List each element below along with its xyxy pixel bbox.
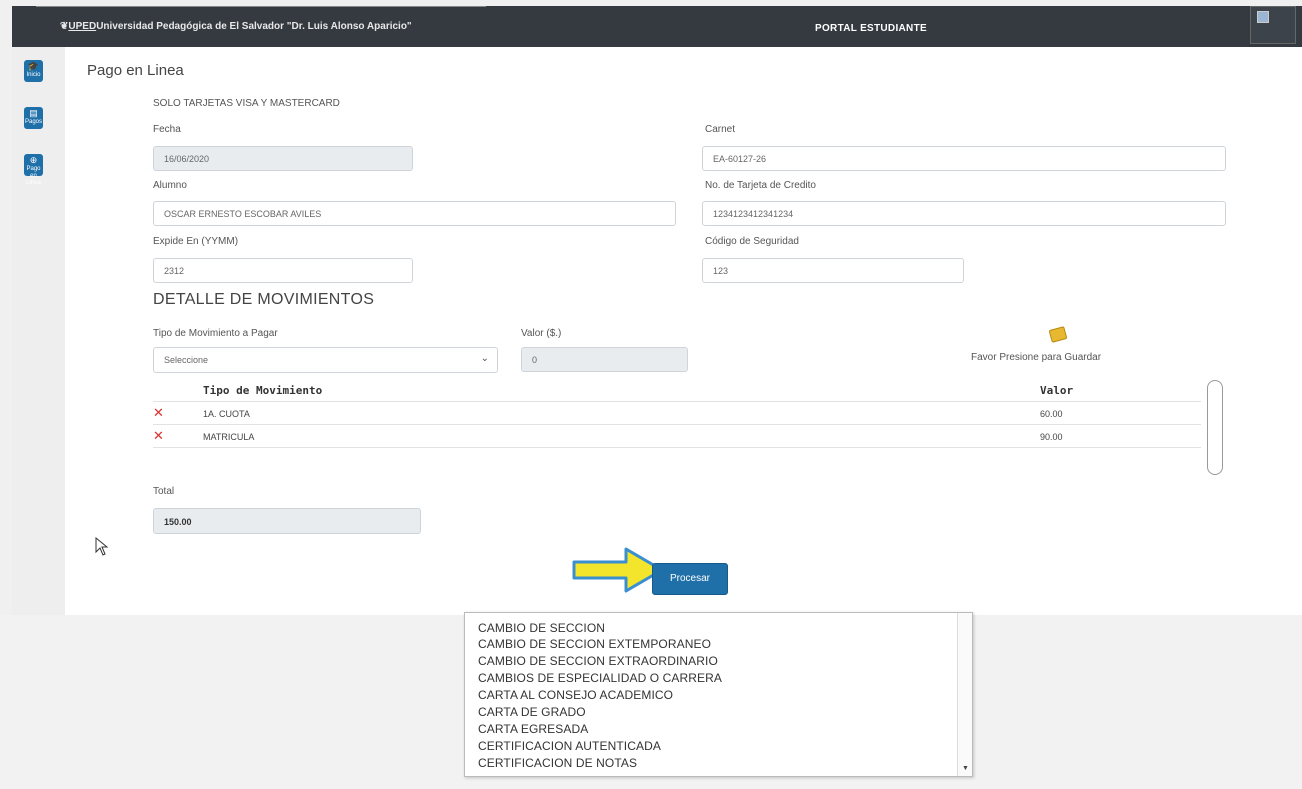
movement-type-dropdown-list[interactable]: CAMBIO DE SECCION CAMBIO DE SECCION EXTE… [464,612,973,777]
dropdown-option[interactable]: CERTIFICACION DE NOTAS [478,756,637,770]
movements-section-title: DETALLE DE MOVIMIENTOS [153,291,375,308]
sidebar-item-inicio[interactable]: 🎓 Inicio [24,60,43,82]
brand[interactable]: ❦UPEDUniversidad Pedagógica de El Salvad… [60,21,412,32]
sidebar-item-label: Pagos [24,119,42,125]
card-number-field[interactable]: 1234123412341234 [702,201,1226,226]
save-icon[interactable] [1048,326,1068,343]
select-value: Seleccione [164,355,209,365]
dropdown-option[interactable]: CAMBIO DE SECCION EXTEMPORANEO [478,637,711,651]
fecha-label: Fecha [153,124,181,135]
scroll-down-icon[interactable]: ▼ [962,765,969,772]
header-divider [36,6,486,7]
sidebar-item-pagos[interactable]: ▤ Pagos [24,107,43,129]
process-button[interactable]: Procesar [652,563,728,595]
page-title: Pago en Linea [87,62,184,79]
carnet-field[interactable]: EA-60127-26 [702,146,1226,171]
codigo-label: Código de Seguridad [705,236,799,247]
payments-icon: ▤ [29,108,38,118]
chevron-down-icon: ⌄ [480,353,489,364]
dropdown-option[interactable]: CAMBIO DE SECCION [478,621,605,635]
carnet-label: Carnet [705,124,736,135]
card-type-note: SOLO TARJETAS VISA Y MASTERCARD [153,98,340,109]
dropdown-option[interactable]: CERTIFICACION AUTENTICADA [478,739,661,753]
sidebar-item-label: Inicio [26,72,41,78]
delete-icon[interactable]: ✕ [153,405,164,421]
dropdown-option[interactable]: CARTA EGRESADA [478,722,588,736]
dropdown-scrollbar[interactable]: ▼ [957,613,972,776]
total-field: 150.00 [153,508,421,534]
top-navbar: ❦UPEDUniversidad Pedagógica de El Salvad… [12,6,1302,47]
table-header-tipo: Tipo de Movimiento [203,384,323,397]
table-row: ✕ MATRICULA 90.00 [153,424,1201,447]
row-tipo: MATRICULA [203,432,255,442]
save-hint: Favor Presione para Guardar [971,352,1102,363]
mouse-cursor-icon [95,537,109,556]
row-valor: 60.00 [1040,409,1063,419]
sidebar-item-pago-en-linea[interactable]: ⊕ Pago en Linea [24,154,43,186]
portal-title: PORTAL ESTUDIANTE [815,23,927,34]
dropdown-option[interactable]: CARTA DE GRADO [478,705,586,719]
fecha-field: 16/06/2020 [153,146,413,171]
security-code-field[interactable]: 123 [702,258,964,283]
table-row: ✕ 1A. CUOTA 60.00 [153,401,1201,424]
tipo-movimiento-select[interactable]: Seleccione ⌄ [153,347,498,373]
main-content: Pago en Linea SOLO TARJETAS VISA Y MASTE… [65,47,1302,615]
graduation-icon: 🎓 [27,61,40,71]
dropdown-option[interactable]: CAMBIOS DE ESPECIALIDAD O CARRERA [478,671,722,685]
total-label: Total [153,486,175,497]
dropdown-option[interactable]: CARTA AL CONSEJO ACADEMICO [478,688,673,702]
expide-label: Expide En (YYMM) [153,236,239,247]
university-name: Universidad Pedagógica de El Salvador "D… [96,21,412,32]
brand-logo-text: UPED [68,21,97,32]
table-scrollbar[interactable] [1207,380,1223,475]
delete-icon[interactable]: ✕ [153,428,164,444]
user-avatar[interactable] [1250,6,1296,44]
row-tipo: 1A. CUOTA [203,409,250,419]
tarjeta-label: No. de Tarjeta de Credito [705,180,816,191]
alumno-label: Alumno [153,180,187,191]
table-header-valor: Valor [1040,384,1074,397]
valor-label: Valor ($.) [521,328,562,339]
online-payment-icon: ⊕ [29,155,38,165]
sidebar: 🎓 Inicio ▤ Pagos ⊕ Pago en Linea [12,47,65,615]
table-bottom-rule [153,447,1201,448]
sidebar-item-label: Pago en Linea [26,166,41,186]
tipo-movimiento-label: Tipo de Movimiento a Pagar [153,328,278,339]
alumno-field[interactable]: OSCAR ERNESTO ESCOBAR AVILES [153,201,676,226]
expiry-field[interactable]: 2312 [153,258,413,283]
dropdown-option[interactable]: CAMBIO DE SECCION EXTRAORDINARIO [478,654,718,668]
row-valor: 90.00 [1040,432,1063,442]
valor-field: 0 [521,347,688,372]
